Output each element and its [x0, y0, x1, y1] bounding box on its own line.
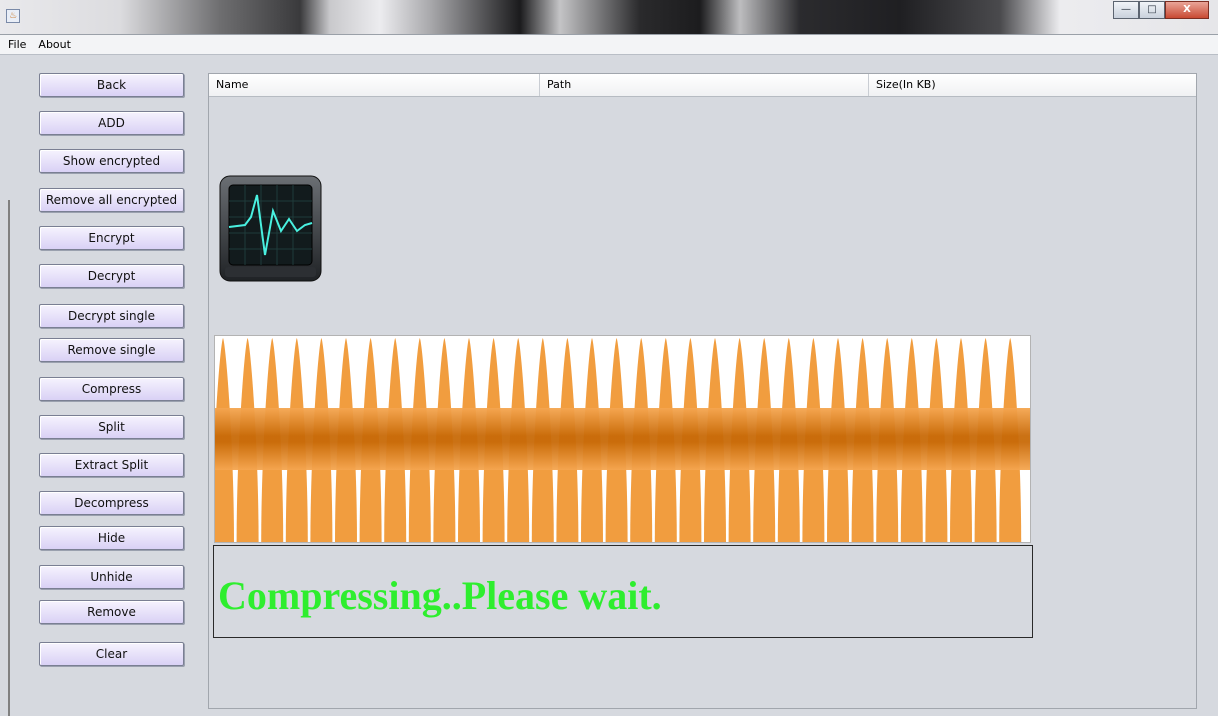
decompress-button[interactable]: Decompress — [39, 491, 184, 515]
column-name[interactable]: Name — [209, 74, 540, 96]
table-header: Name Path Size(In KB) — [209, 74, 1196, 97]
menu-about[interactable]: About — [34, 38, 75, 51]
add-button[interactable]: ADD — [39, 111, 184, 135]
column-size[interactable]: Size(In KB) — [869, 74, 1196, 96]
unhide-button[interactable]: Unhide — [39, 565, 184, 589]
title-bar[interactable]: ♨ — □ X — [0, 0, 1218, 35]
column-path[interactable]: Path — [540, 74, 869, 96]
file-table-panel[interactable]: Name Path Size(In KB) Compressing..Pleas… — [208, 73, 1197, 709]
close-button[interactable]: X — [1165, 1, 1209, 19]
wave-progress-animation — [214, 335, 1031, 543]
decrypt-single-button[interactable]: Decrypt single — [39, 304, 184, 328]
show-encrypted-button[interactable]: Show encrypted — [39, 149, 184, 173]
decrypt-button[interactable]: Decrypt — [39, 264, 184, 288]
remove-all-encrypted-button[interactable]: Remove all encrypted — [39, 188, 184, 212]
remove-button[interactable]: Remove — [39, 600, 184, 624]
minimize-button[interactable]: — — [1113, 1, 1139, 19]
extract-split-button[interactable]: Extract Split — [39, 453, 184, 477]
status-message: Compressing..Please wait. — [218, 573, 662, 618]
window-controls: — □ X — [1113, 1, 1209, 21]
window-left-edge — [8, 200, 10, 716]
remove-single-button[interactable]: Remove single — [39, 338, 184, 362]
encrypt-button[interactable]: Encrypt — [39, 226, 184, 250]
hide-button[interactable]: Hide — [39, 526, 184, 550]
activity-monitor-icon — [219, 175, 322, 283]
maximize-button[interactable]: □ — [1139, 1, 1165, 19]
split-button[interactable]: Split — [39, 415, 184, 439]
menu-file[interactable]: File — [4, 38, 30, 51]
clear-button[interactable]: Clear — [39, 642, 184, 666]
app-icon: ♨ — [6, 9, 20, 23]
back-button[interactable]: Back — [39, 73, 184, 97]
menu-bar: File About — [0, 35, 1218, 55]
status-box: Compressing..Please wait. — [213, 545, 1033, 638]
wave-graphic — [215, 336, 1030, 542]
compress-button[interactable]: Compress — [39, 377, 184, 401]
